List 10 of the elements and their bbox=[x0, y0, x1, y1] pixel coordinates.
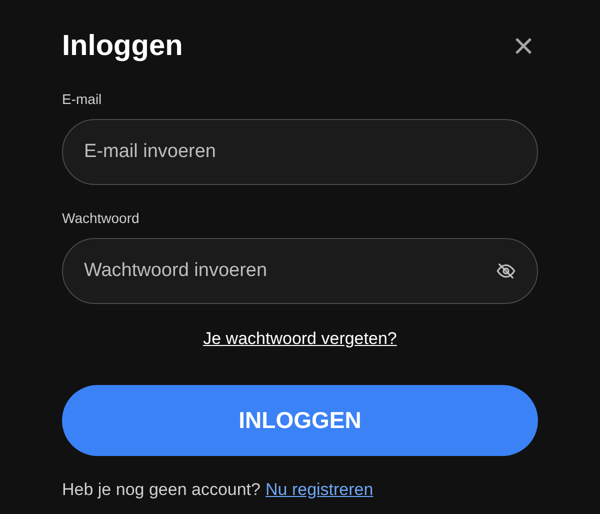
field-label: Wachtwoord bbox=[62, 209, 140, 228]
register-link[interactable]: Nu registreren bbox=[266, 476, 374, 502]
close-button[interactable]: × bbox=[512, 28, 534, 64]
signup-prompt: Heb je nog geen account? bbox=[62, 478, 260, 500]
email-field[interactable]: E-mail invoeren bbox=[62, 119, 538, 185]
password-field[interactable]: Wachtwoord invoeren bbox=[62, 238, 538, 304]
login-button[interactable]: INLOGGEN bbox=[62, 384, 538, 456]
forgot-password-link[interactable]: Je wachtwoord vergeten? bbox=[203, 326, 397, 352]
field-label: E-mail bbox=[62, 90, 103, 109]
dialog-title: Inloggen bbox=[62, 32, 183, 60]
